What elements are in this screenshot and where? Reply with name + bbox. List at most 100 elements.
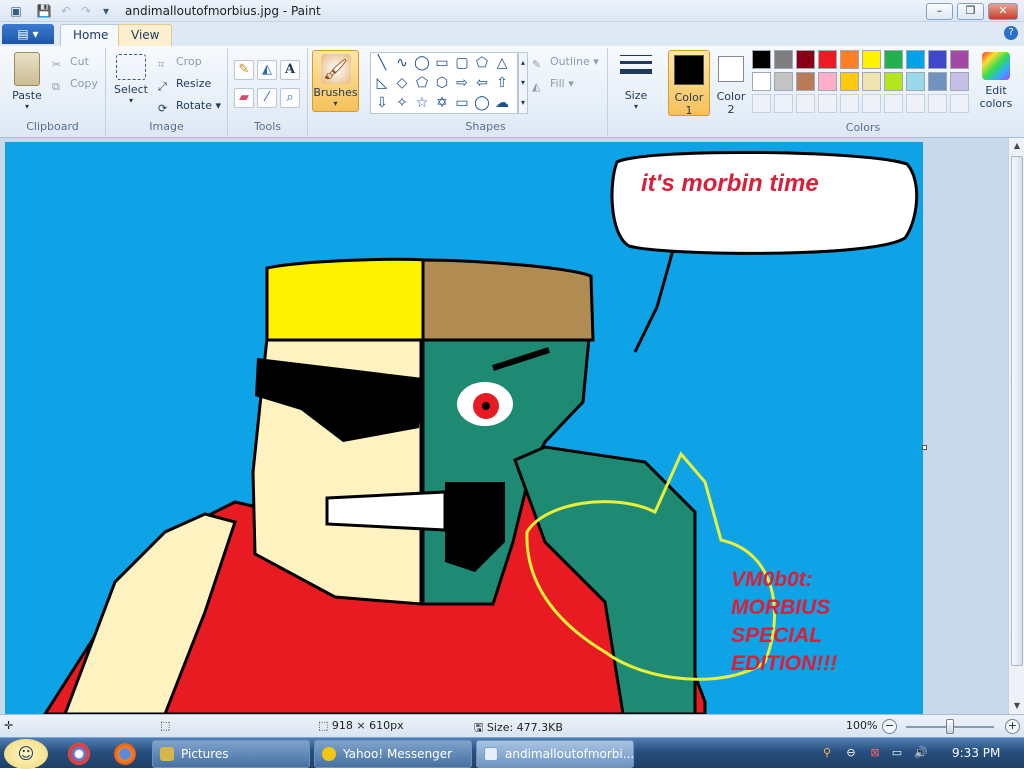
customize-quick-access-icon[interactable]: ▾ (98, 3, 114, 19)
palette-custom-slot[interactable] (950, 94, 969, 113)
palette-color-swatch[interactable] (774, 72, 793, 91)
palette-color-swatch[interactable] (862, 72, 881, 91)
redo-icon[interactable]: ↷ (78, 3, 94, 19)
palette-color-swatch[interactable] (818, 50, 837, 69)
palette-color-swatch[interactable] (928, 50, 947, 69)
polygon-shape-icon[interactable]: ⬠ (473, 54, 491, 72)
curve-shape-icon[interactable]: ∿ (393, 54, 411, 72)
outline-button[interactable]: ✎ Outline ▾ (532, 53, 599, 71)
color2-button[interactable]: Color 2 (712, 50, 750, 116)
palette-color-swatch[interactable] (950, 50, 969, 69)
triangle-shape-icon[interactable]: △ (493, 54, 511, 72)
palette-custom-slot[interactable] (862, 94, 881, 113)
text-tool-icon[interactable]: A (280, 60, 300, 80)
palette-color-swatch[interactable] (818, 72, 837, 91)
taskbar-paint[interactable]: andimalloutofmorbi... (476, 740, 634, 768)
color1-button[interactable]: Color 1 (668, 50, 710, 117)
paint-menu-button[interactable]: ▤ ▾ (2, 24, 54, 44)
help-icon[interactable]: ? (1004, 26, 1018, 40)
cut-button[interactable]: ✂ Cut (52, 53, 89, 71)
right-triangle-shape-icon[interactable]: ◺ (373, 74, 391, 92)
callout-cloud-shape-icon[interactable]: ☁ (493, 94, 511, 112)
scroll-down-icon[interactable]: ▼ (1009, 698, 1024, 714)
crop-button[interactable]: ⌗ Crop (158, 53, 202, 71)
palette-custom-slot[interactable] (752, 94, 771, 113)
callout-rect-shape-icon[interactable]: ▭ (453, 94, 471, 112)
taskbar-yahoo-messenger[interactable]: Yahoo! Messenger (314, 740, 472, 768)
zoom-in-button[interactable]: + (1005, 719, 1020, 734)
rotate-button[interactable]: ⟳ Rotate ▾ (158, 97, 221, 115)
palette-color-swatch[interactable] (796, 50, 815, 69)
six-point-star-shape-icon[interactable]: ✡ (433, 94, 451, 112)
size-button[interactable]: Size ▾ (614, 52, 658, 111)
display-icon[interactable]: ▭ (890, 746, 904, 760)
fill-bucket-icon[interactable]: ◭ (257, 60, 277, 80)
palette-color-swatch[interactable] (862, 50, 881, 69)
palette-color-swatch[interactable] (840, 72, 859, 91)
line-shape-icon[interactable]: ╲ (373, 54, 391, 72)
paint-app-icon[interactable]: ▣ (8, 3, 24, 19)
left-arrow-shape-icon[interactable]: ⇦ (473, 74, 491, 92)
down-arrow-shape-icon[interactable]: ⇩ (373, 94, 391, 112)
five-point-star-shape-icon[interactable]: ☆ (413, 94, 431, 112)
minimize-button[interactable]: – (926, 3, 953, 20)
save-icon[interactable]: 💾 (36, 3, 52, 19)
palette-color-swatch[interactable] (884, 50, 903, 69)
palette-custom-slot[interactable] (840, 94, 859, 113)
palette-color-swatch[interactable] (796, 72, 815, 91)
tab-home[interactable]: Home (60, 24, 122, 46)
callout-oval-shape-icon[interactable]: ◯ (473, 94, 491, 112)
palette-custom-slot[interactable] (906, 94, 925, 113)
scroll-up-icon[interactable]: ▲ (1009, 138, 1024, 154)
palette-custom-slot[interactable] (884, 94, 903, 113)
vertical-scrollbar[interactable]: ▲ ▼ (1008, 138, 1024, 714)
undo-icon[interactable]: ↶ (58, 3, 74, 19)
palette-color-swatch[interactable] (928, 72, 947, 91)
zoom-out-button[interactable]: − (882, 719, 897, 734)
tab-view[interactable]: View (118, 24, 173, 46)
palette-color-swatch[interactable] (752, 72, 771, 91)
close-button[interactable]: ✕ (988, 3, 1018, 20)
palette-color-swatch[interactable] (752, 50, 771, 69)
paste-button[interactable]: Paste ▾ (8, 52, 46, 111)
shapes-scroll[interactable]: ▴ ▾ ▾ (518, 52, 528, 114)
brushes-button[interactable]: 🖌 Brushes ▾ (312, 50, 359, 112)
palette-color-swatch[interactable] (840, 50, 859, 69)
palette-color-swatch[interactable] (906, 50, 925, 69)
pencil-icon[interactable]: ✎ (234, 60, 254, 80)
four-point-star-shape-icon[interactable]: ✧ (393, 94, 411, 112)
select-button[interactable]: Select ▾ (112, 54, 150, 105)
palette-color-swatch[interactable] (774, 50, 793, 69)
canvas-area[interactable]: it's morbin time VM0b0t: MORBIUS SPECIAL… (0, 138, 1008, 714)
palette-custom-slot[interactable] (818, 94, 837, 113)
volume-icon[interactable]: 🔊 (914, 746, 928, 760)
maximize-button[interactable]: ❐ (957, 3, 984, 20)
taskbar-pictures[interactable]: Pictures (152, 740, 310, 768)
scroll-thumb[interactable] (1011, 156, 1023, 666)
pentagon-shape-icon[interactable]: ⬠ (413, 74, 431, 92)
canvas-resize-handle[interactable] (922, 445, 927, 450)
palette-custom-slot[interactable] (928, 94, 947, 113)
up-arrow-shape-icon[interactable]: ⇧ (493, 74, 511, 92)
palette-custom-slot[interactable] (774, 94, 793, 113)
resize-button[interactable]: ⤢ Resize (158, 75, 211, 93)
drawing-canvas[interactable]: it's morbin time VM0b0t: MORBIUS SPECIAL… (5, 142, 923, 714)
copy-button[interactable]: ⧉ Copy (52, 75, 98, 93)
palette-color-swatch[interactable] (906, 72, 925, 91)
right-arrow-shape-icon[interactable]: ⇨ (453, 74, 471, 92)
palette-color-swatch[interactable] (950, 72, 969, 91)
start-button[interactable]: ☺ (4, 739, 48, 769)
zoom-slider-thumb[interactable] (946, 719, 954, 734)
rectangle-shape-icon[interactable]: ▭ (433, 54, 451, 72)
minus-circle-icon[interactable]: ⊖ (844, 746, 858, 760)
firefox-icon[interactable] (114, 743, 136, 765)
oval-shape-icon[interactable]: ◯ (413, 54, 431, 72)
magnifier-icon[interactable]: ⌕ (280, 88, 300, 108)
eraser-icon[interactable]: ▰ (234, 88, 254, 108)
edit-colors-button[interactable]: Edit colors (976, 52, 1016, 110)
network-error-icon[interactable]: ⊠ (868, 746, 882, 760)
diamond-shape-icon[interactable]: ◇ (393, 74, 411, 92)
clock[interactable]: 9:33 PM (952, 746, 1000, 760)
palette-custom-slot[interactable] (796, 94, 815, 113)
palette-color-swatch[interactable] (884, 72, 903, 91)
